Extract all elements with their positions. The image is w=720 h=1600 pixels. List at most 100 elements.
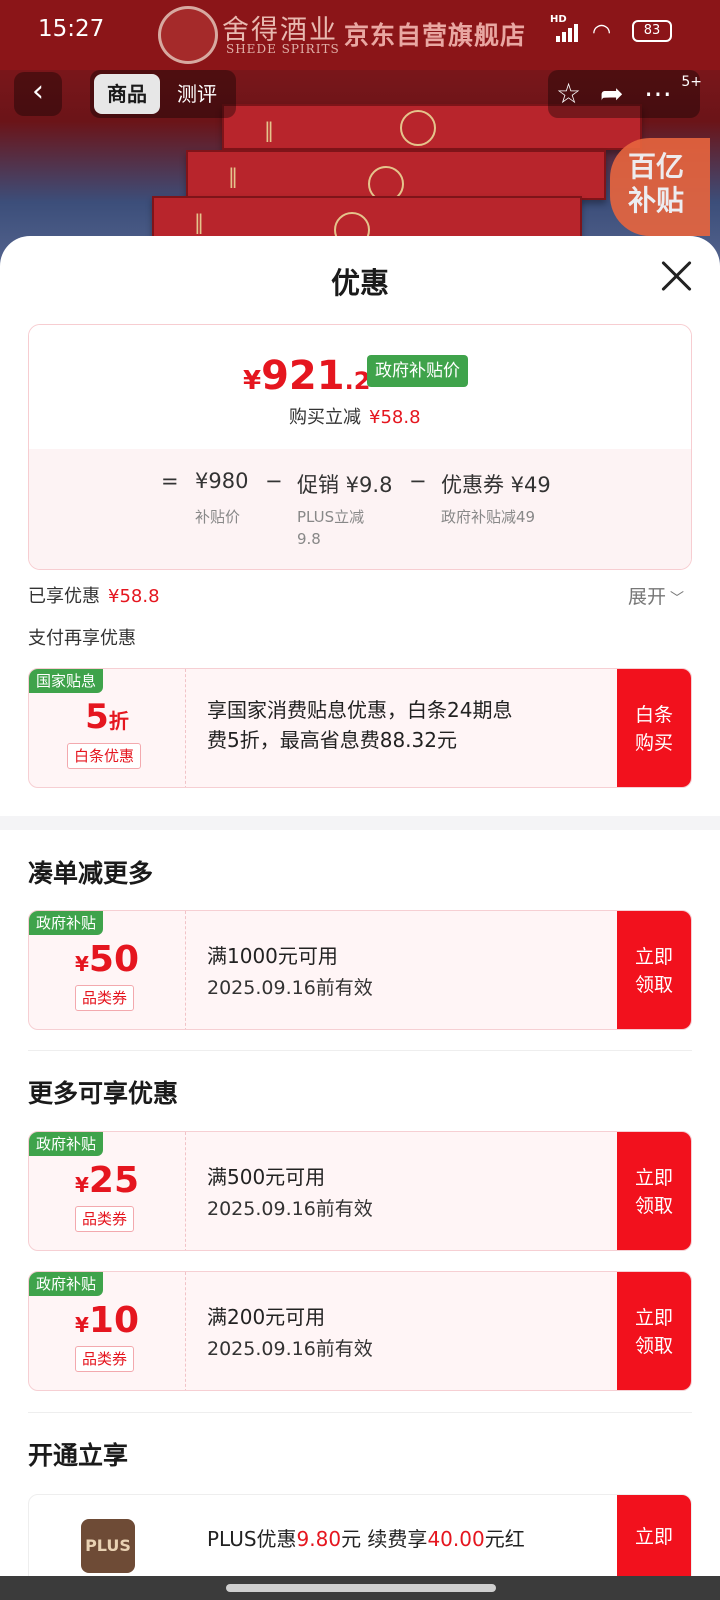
button-line2: 领取 <box>634 1195 673 1217</box>
coupon-tag: 政府补贴 <box>29 911 104 935</box>
back-button[interactable]: ‹ <box>14 72 62 116</box>
plus-text-c: 元红 <box>484 1527 525 1551</box>
installment-desc: 享国家消费贴息优惠，白条24期息 费5折，最高省息费88.32元 <box>207 695 512 755</box>
button-line2: 购买 <box>634 732 673 754</box>
claim-button[interactable]: 立即 领取 <box>617 1272 691 1390</box>
close-icon[interactable] <box>658 258 694 294</box>
status-bar: 15:27 HD ◠ 83 <box>0 0 720 64</box>
button-line1: 立即 <box>634 1167 673 1189</box>
coupon-amount: ¥10 <box>29 1300 185 1341</box>
coupon-tag: 政府补贴 <box>29 1272 104 1296</box>
divider <box>28 1050 692 1051</box>
home-indicator <box>0 1576 720 1600</box>
installment-tag: 国家贴息 <box>29 669 104 693</box>
instant-discount: 购买立减 ¥58.8 <box>289 403 421 429</box>
section-title: 凑单减更多 <box>28 859 154 888</box>
coupon-currency: ¥ <box>74 952 89 976</box>
status-time: 15:27 <box>38 16 105 42</box>
price-card: ¥921.2 政府补贴价 购买立减 ¥58.8 = ¥980 补贴价 − 促销 ¥… <box>28 324 692 570</box>
coupon-card[interactable]: 政府补贴 ¥50 品类券 满1000元可用 2025.09.16前有效 立即 领… <box>28 910 692 1030</box>
breakdown-subsidy-price: ¥980 <box>195 469 249 493</box>
nav-tabs: 商品 测评 <box>90 70 236 118</box>
enjoyed-value: ¥58.8 <box>108 586 160 607</box>
subsidy-badge: 百亿补贴 <box>610 138 710 236</box>
discount-sheet: 优惠 ¥921.2 政府补贴价 购买立减 ¥58.8 = ¥980 补贴价 − 促… <box>0 236 720 1600</box>
coupon-divider <box>185 669 186 787</box>
signal-icon <box>556 22 582 42</box>
star-icon[interactable]: ☆ <box>556 74 581 114</box>
plus-text-a: PLUS优惠 <box>207 1527 297 1551</box>
battery-icon: 83 <box>632 20 672 42</box>
coupon-kind: 品类券 <box>75 1206 135 1232</box>
divider <box>28 1412 692 1413</box>
coupon-condition: 满200元可用 <box>207 1305 326 1329</box>
installment-desc-line1: 享国家消费贴息优惠，白条24期息 <box>207 698 513 722</box>
breakdown-coupon-label: 政府补贴减49 <box>441 508 536 526</box>
breakdown-promo-label: PLUS立减 <box>297 508 365 526</box>
instant-discount-value: ¥58.8 <box>369 407 421 428</box>
coupon-card[interactable]: 政府补贴 ¥10 品类券 满200元可用 2025.09.16前有效 立即 领取 <box>28 1271 692 1391</box>
breakdown-subsidy-label: 补贴价 <box>195 508 241 526</box>
coupon-condition: 满500元可用 <box>207 1165 326 1189</box>
breakdown-promo-label-2: 9.8 <box>297 530 321 548</box>
coupon-amount: ¥25 <box>29 1160 185 1201</box>
tab-product[interactable]: 商品 <box>94 74 160 114</box>
claim-button[interactable]: 立即 领取 <box>617 1132 691 1250</box>
installment-card[interactable]: 国家贴息 5折 白条优惠 享国家消费贴息优惠，白条24期息 费5折，最高省息费8… <box>28 668 692 788</box>
button-line2: 领取 <box>634 1335 673 1357</box>
coupon-currency: ¥ <box>74 1313 89 1337</box>
baitiao-buy-button[interactable]: 白条 购买 <box>617 669 691 787</box>
breakdown-promo: 促销 ¥9.8 <box>297 473 393 497</box>
home-pill[interactable] <box>226 1584 496 1592</box>
coupon-currency: ¥ <box>74 1173 89 1197</box>
more-badge: 5+ <box>681 74 702 90</box>
chevron-left-icon: ‹ <box>32 74 44 109</box>
coupon-divider <box>185 911 186 1029</box>
product-box: ‖ <box>186 150 606 202</box>
share-icon[interactable]: ➦ <box>600 74 623 114</box>
coupon-condition: 满1000元可用 <box>207 944 338 968</box>
plus-text-b: 元 续费享 <box>341 1527 428 1551</box>
more-icon[interactable]: ⋯ <box>644 74 672 114</box>
coupon-amount-value: 25 <box>88 1160 140 1201</box>
tab-review[interactable]: 测评 <box>164 74 230 114</box>
wifi-icon: ◠ <box>592 20 612 45</box>
coupon-tag: 政府补贴 <box>29 1132 104 1156</box>
plus-logo: PLUS <box>81 1519 135 1573</box>
final-price: ¥921.2 <box>243 353 370 399</box>
plus-value-b: 40.00 <box>427 1527 485 1551</box>
section-title: 更多可享优惠 <box>28 1079 179 1108</box>
pay-more-title: 支付再享优惠 <box>28 628 136 649</box>
coupon-divider <box>185 1272 186 1390</box>
coupon-card[interactable]: 政府补贴 ¥25 品类券 满500元可用 2025.09.16前有效 立即 领取 <box>28 1131 692 1251</box>
coupon-kind: 品类券 <box>75 1346 135 1372</box>
plus-desc: PLUS优惠9.80元 续费享40.00元红 <box>207 1523 525 1552</box>
chevron-down-icon: ﹀ <box>670 591 685 607</box>
price-breakdown: = ¥980 补贴价 − 促销 ¥9.8 PLUS立减 9.8 − 优惠券 ¥4… <box>29 449 691 569</box>
coupon-expiry: 2025.09.16前有效 <box>207 977 373 999</box>
installment-kind: 白条优惠 <box>67 743 142 769</box>
enjoyed-discount: 已享优惠 ¥58.8 <box>28 582 160 608</box>
price-currency: ¥ <box>243 366 262 396</box>
coupon-amount-value: 10 <box>88 1300 140 1341</box>
installment-amount: 5折 <box>29 697 185 737</box>
section-title: 开通立享 <box>28 1441 129 1470</box>
instant-discount-label: 购买立减 <box>289 407 361 428</box>
button-line1: 立即 <box>634 946 673 968</box>
claim-button[interactable]: 立即 领取 <box>617 911 691 1029</box>
button-line1: 白条 <box>634 704 673 726</box>
coupon-expiry: 2025.09.16前有效 <box>207 1198 373 1220</box>
price-integer: 921 <box>261 353 345 399</box>
minus-sign: − <box>265 469 283 493</box>
price-summary: ¥921.2 政府补贴价 购买立减 ¥58.8 <box>29 325 691 449</box>
nav-actions: ☆ ➦ ⋯ 5+ <box>548 70 702 118</box>
plus-value-a: 9.80 <box>296 1527 342 1551</box>
minus-sign: − <box>409 469 427 493</box>
expand-button[interactable]: 展开 ﹀ <box>628 582 684 609</box>
coupon-divider <box>185 1132 186 1250</box>
button-line1: 立即 <box>634 1307 673 1329</box>
equals-sign: = <box>161 469 179 493</box>
enjoyed-label: 已享优惠 <box>28 586 100 607</box>
breakdown-coupon: 优惠券 ¥49 <box>441 473 551 497</box>
sheet-title: 优惠 <box>330 266 389 300</box>
